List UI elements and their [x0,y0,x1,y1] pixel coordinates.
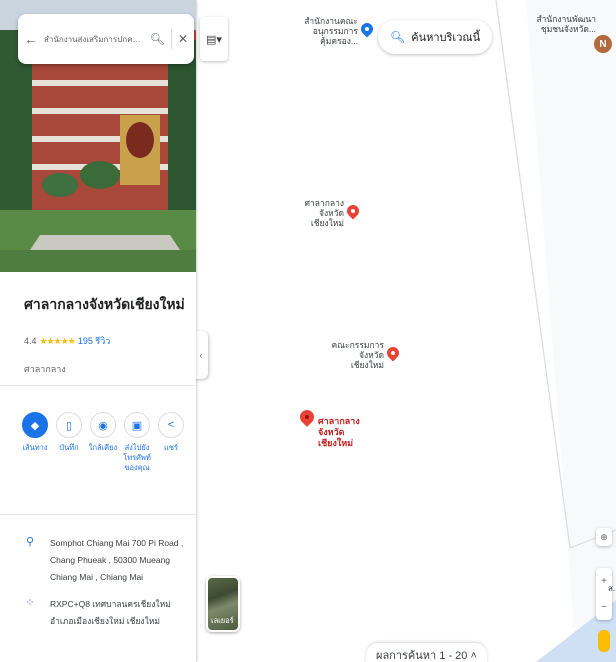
map-style-toggle[interactable]: ▤▾ [200,17,228,61]
place-photo[interactable]: ← สำนักงานส่งเสริมการปกครองท้องถิ่น 🔍︎ ✕ [0,0,196,272]
close-icon[interactable]: ✕ [178,32,188,46]
place-side-panel: ← สำนักงานส่งเสริมการปกครองท้องถิ่น 🔍︎ ✕… [0,0,196,662]
map-poi-label: คณะกรรมการจังหวัดเชียงใหม่ [331,340,384,370]
selected-place-label: ศาลากลางจังหวัดเชียงใหม่ [318,416,360,448]
address-row[interactable]: ⚲ Somphot Chiang Mai 700 Pi Road , Chang… [24,535,196,586]
nearby-icon: ◉ [90,412,116,438]
red-pin-icon [347,205,359,221]
search-icon[interactable]: 🔍︎ [150,32,165,46]
crosshair-icon: ⊕ [600,531,608,542]
plus-code-icon: ⁘ [25,597,35,609]
action-label: แชร์ [164,443,178,452]
location-pin-icon: ⚲ [25,536,35,548]
action-buttons: ◆ เส้นทาง ▯ บันทึก ◉ ใกล้เคียง ▣ ส่งไปยั… [18,412,188,473]
map-canvas[interactable]: ▤▾ 🔍︎ ค้นหาบริเวณนี้ สำนักงานคณะอนุกรรมก… [196,0,616,662]
zoom-control[interactable]: + − [596,568,612,620]
search-this-area-label: ค้นหาบริเวณนี้ [411,32,481,44]
map-poi-label: สำนักงานคณะอนุกรรมการคุ้มครอง... [304,16,358,46]
poi-badge[interactable]: N [594,35,612,53]
search-box[interactable]: ← สำนักงานส่งเสริมการปกครองท้องถิ่น 🔍︎ ✕ [18,14,194,64]
divider [0,514,196,515]
zoom-in-icon[interactable]: + [601,576,607,587]
chevron-left-icon: ‹ [199,350,203,360]
save-button[interactable]: ▯ บันทึก [52,412,86,473]
rating-row: 4.4 ★★★★★ 195 รีวิว [24,334,110,348]
bookmark-icon: ▯ [56,412,82,438]
action-label: บันทึก [59,443,79,452]
map-edge-label: ส... [608,584,616,593]
reviews-link[interactable]: 195 รีวิว [78,334,110,348]
map-poi-3[interactable]: คณะกรรมการจังหวัดเชียงใหม่ [328,340,399,370]
nearby-button[interactable]: ◉ ใกล้เคียง [86,412,120,473]
action-label: ส่งไปยังโทรศัพท์ของคุณ [123,443,151,472]
selected-place-pin[interactable]: ศาลากลางจังหวัดเชียงใหม่ [300,410,370,449]
star-rating-icon: ★★★★★ [39,335,76,346]
place-title: ศาลากลางจังหวัดเชียงใหม่ [24,296,185,312]
map-poi-label: สำนักงานพัฒนาชุมชนจังหวัด... [536,14,596,34]
my-location-button[interactable]: ⊕ [596,528,612,546]
collapse-panel-button[interactable]: ‹ [196,331,208,379]
pegman-icon[interactable] [598,630,610,652]
share-button[interactable]: < แชร์ [154,412,188,473]
share-icon: < [158,412,184,438]
red-pin-icon [387,347,399,363]
layers-label: เลเยอร์ [211,616,234,625]
search-this-area-button[interactable]: 🔍︎ ค้นหาบริเวณนี้ [378,20,493,54]
action-label: ใกล้เคียง [88,443,118,452]
rating-value: 4.4 [24,336,37,346]
action-label: เส้นทาง [22,443,48,452]
layers-icon: ▤▾ [206,33,222,46]
place-category[interactable]: ศาลากลาง [24,362,66,376]
send-to-phone-button[interactable]: ▣ ส่งไปยังโทรศัพท์ของคุณ [120,412,154,473]
zoom-out-icon[interactable]: − [601,602,607,613]
divider [170,29,172,49]
layers-satellite-button[interactable]: เลเยอร์ [206,576,240,632]
blue-pin-icon [361,23,373,39]
red-marker-icon [300,410,314,434]
plus-code-text: RXPC+Q8 เทศบาลนครเชียงใหม่ อำเภอเมืองเชี… [50,599,171,626]
back-arrow-icon[interactable]: ← [24,31,38,47]
map-poi-label: ศาลากลางจังหวัดเชียงใหม่ [304,198,344,228]
plus-code-row[interactable]: ⁘ RXPC+Q8 เทศบาลนครเชียงใหม่ อำเภอเมืองเ… [24,596,196,630]
address-text: Somphot Chiang Mai 700 Pi Road , Chang P… [50,538,184,582]
search-input[interactable]: สำนักงานส่งเสริมการปกครองท้องถิ่น [44,33,144,46]
search-icon: 🔍︎ [390,30,406,44]
map-poi-4[interactable]: สำนักงานพัฒนาชุมชนจังหวัด... [536,14,596,34]
divider [0,385,196,386]
directions-icon: ◆ [22,412,48,438]
map-poi-1[interactable]: สำนักงานคณะอนุกรรมการคุ้มครอง... [282,16,373,46]
search-results-toggle[interactable]: ผลการค้นหา 1 - 20 ˄ [366,643,487,662]
send-to-phone-icon: ▣ [124,412,150,438]
map-roads [196,0,616,662]
directions-button[interactable]: ◆ เส้นทาง [18,412,52,473]
map-poi-2[interactable]: ศาลากลางจังหวัดเชียงใหม่ [290,198,359,228]
